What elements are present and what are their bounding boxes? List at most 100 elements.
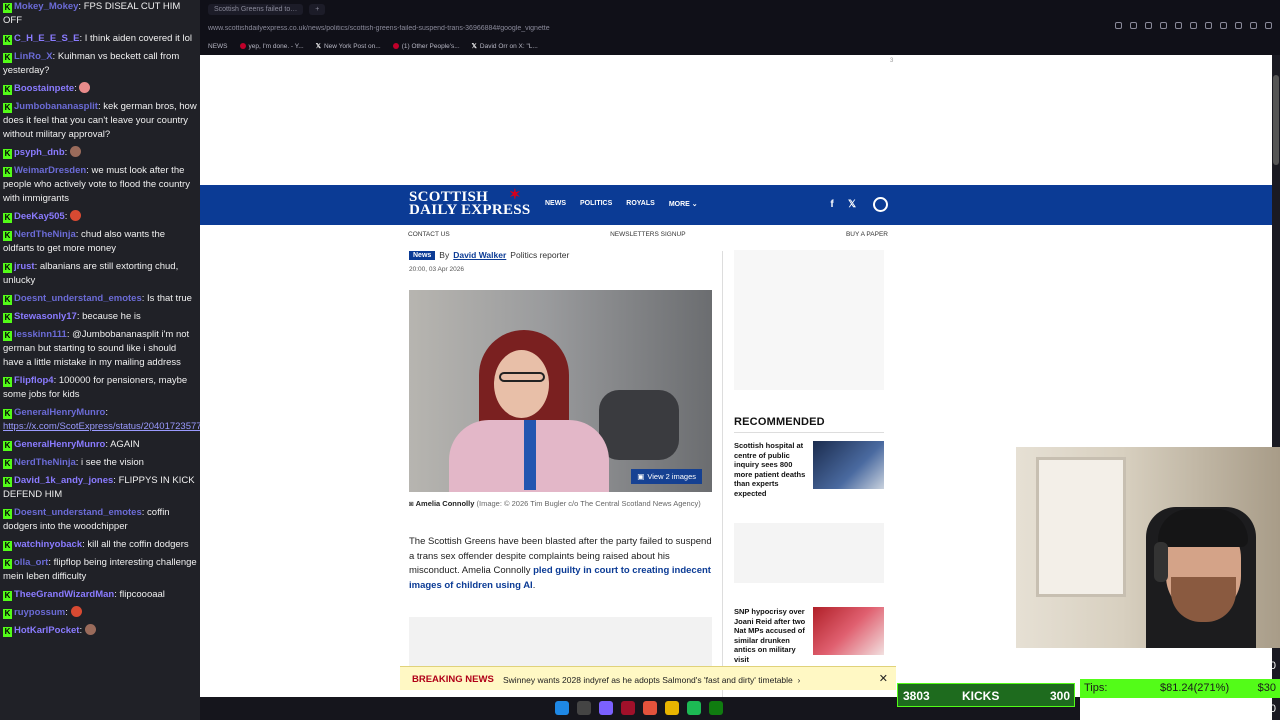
chat-username[interactable]: olla_ort: [14, 557, 48, 568]
bookmark-nypost[interactable]: 𝕏 New York Post on...: [316, 42, 381, 51]
chat-username[interactable]: Jumbobananasplit: [14, 101, 98, 112]
url-text[interactable]: www.scottishdailyexpress.co.uk/news/poli…: [208, 25, 550, 32]
kick-badge-icon: K: [3, 167, 12, 177]
nav-more[interactable]: MORE ⌄: [669, 200, 698, 208]
recommended-item[interactable]: Scottish hospital at centre of public in…: [734, 441, 884, 498]
browser-icon[interactable]: [621, 701, 635, 715]
author-role: Politics reporter: [510, 250, 570, 260]
chat-username[interactable]: C_H_E_E_S_E: [14, 33, 79, 44]
chat-username[interactable]: Mokey_Mokey: [14, 1, 78, 12]
column-divider: [722, 251, 723, 720]
extension-icon[interactable]: [1145, 22, 1152, 29]
emote-icon: [70, 210, 81, 221]
extension-icon[interactable]: [1175, 22, 1182, 29]
chat-username[interactable]: HotKarlPocket: [14, 625, 79, 636]
breaking-news-banner[interactable]: BREAKING NEWS Swinney wants 2028 indyref…: [400, 666, 896, 690]
chat-message: K TheeGrandWizardMan: flipcoooaal: [3, 589, 165, 601]
chat-message: K Doesnt_understand_emotes: coffin dodger…: [3, 507, 170, 532]
chat-username[interactable]: GeneralHenryMunro: [14, 407, 105, 418]
close-icon[interactable]: ✕: [879, 672, 888, 685]
extension-icon[interactable]: [1160, 22, 1167, 29]
extension-icon[interactable]: [1205, 22, 1212, 29]
chat-message: Kruypossum:: [3, 606, 197, 620]
chat-username[interactable]: TheeGrandWizardMan: [14, 589, 114, 600]
chat-username[interactable]: jrust: [14, 261, 35, 272]
folder-icon[interactable]: [665, 701, 679, 715]
chat-username[interactable]: ruypossum: [14, 607, 65, 618]
chat-text[interactable]: https://x.com/ScotExpress/status/2040172…: [3, 421, 200, 432]
chat-username[interactable]: watchinyoback: [14, 539, 82, 550]
nav-news[interactable]: NEWS: [545, 200, 566, 208]
kick-subs-row: Kick Subs: 2(20%) 10: [1084, 703, 1276, 715]
contact-us-link[interactable]: CONTACT US: [408, 231, 450, 238]
recommended-thumbnail[interactable]: [813, 607, 884, 655]
emote-icon: [84, 624, 96, 635]
ad-placeholder: [409, 617, 712, 672]
bookmark-david-orr[interactable]: 𝕏 David Orr on X: "L...: [472, 42, 538, 51]
breaking-news-headline[interactable]: Swinney wants 2028 indyref as he adopts …: [503, 675, 800, 685]
nav-royals[interactable]: ROYALS: [626, 200, 655, 208]
newsletters-signup-link[interactable]: NEWSLETTERS SIGNUP: [610, 231, 685, 238]
photo-caption: ◙ Amelia Connolly (Image: © 2026 Tim Bug…: [409, 499, 701, 508]
extension-icon[interactable]: [1235, 22, 1242, 29]
recommended-item[interactable]: SNP hypocrisy over Joani Reid after two …: [734, 607, 884, 665]
bookmark-youtube[interactable]: yep, I'm done. - Y...: [239, 43, 304, 50]
article-photo[interactable]: ▣ View 2 images: [409, 290, 712, 492]
breaking-news-label: BREAKING NEWS: [412, 674, 494, 685]
extension-icon[interactable]: [1130, 22, 1137, 29]
extension-icon[interactable]: [1220, 22, 1227, 29]
chat-username[interactable]: WeimarDresden: [14, 165, 86, 176]
chat-username[interactable]: NerdTheNinja: [14, 229, 76, 240]
social-links: f 𝕏: [827, 197, 888, 212]
chat-message: K Jumbobananasplit: kek german bros, how …: [3, 101, 197, 140]
chat-message: K David_1k_andy_jones: FLIPPYS IN KICK DE…: [3, 475, 195, 500]
scrollbar-thumb[interactable]: [1273, 75, 1279, 165]
chat-username[interactable]: Flipflop4: [14, 375, 54, 386]
extension-icon[interactable]: [1250, 22, 1257, 29]
kicks-goal-bar: 3803 KICKS 300: [897, 683, 1075, 707]
chat-username[interactable]: Boostainpete: [14, 83, 74, 94]
chat-username[interactable]: DeeKay505: [14, 211, 65, 222]
chat-message: K C_H_E_E_S_E: I think aiden covered it l…: [3, 33, 192, 45]
chevron-right-icon: ›: [797, 675, 801, 685]
author-link[interactable]: David Walker: [453, 250, 506, 260]
discord-icon[interactable]: [599, 701, 613, 715]
chat-username[interactable]: Doesnt_understand_emotes: [14, 293, 142, 304]
chat-username[interactable]: LinRo_X: [14, 51, 53, 62]
chat-message: Klesskinn111: @Jumbobananasplit i'm not …: [3, 329, 190, 368]
buy-a-paper-link[interactable]: BUY A PAPER: [846, 231, 888, 238]
chat-message: K LinRo_X: Kuihman vs beckett call from y…: [3, 51, 180, 76]
chat-username[interactable]: psyph_dnb: [14, 147, 65, 158]
emote-icon: [70, 606, 82, 617]
news-tag[interactable]: News: [409, 250, 436, 260]
view-images-button[interactable]: ▣ View 2 images: [631, 469, 702, 484]
chat-username[interactable]: GeneralHenryMunro: [14, 439, 105, 450]
chrome-icon[interactable]: [643, 701, 657, 715]
donation-stats: Superchats: $0(0%) $100 Tips: $81.24(271…: [1080, 657, 1280, 720]
x-icon[interactable]: 𝕏: [847, 199, 857, 210]
account-icon[interactable]: [873, 197, 888, 212]
extension-icon[interactable]: [1190, 22, 1197, 29]
nav-politics[interactable]: POLITICS: [580, 200, 612, 208]
site-logo[interactable]: SCOTTISH DAILY EXPRESS ✶: [409, 189, 531, 218]
start-icon[interactable]: [555, 701, 569, 715]
article-date: 20:00, 03 Apr 2026: [409, 266, 464, 273]
chat-username[interactable]: Doesnt_understand_emotes: [14, 507, 142, 518]
new-tab-button[interactable]: +: [309, 3, 326, 15]
tab-active[interactable]: Scottish Greens failed to…: [208, 3, 304, 15]
spotify-icon[interactable]: [687, 701, 701, 715]
chat-username[interactable]: lesskinn111: [14, 329, 67, 340]
bookmark-youtube-2[interactable]: (1) Other People's...: [392, 43, 460, 50]
chat-username[interactable]: Stewasonly17: [14, 311, 77, 322]
article-byline: News By David Walker Politics reporter: [409, 250, 569, 260]
xbox-icon[interactable]: [709, 701, 723, 715]
menu-icon[interactable]: [1265, 22, 1272, 29]
search-icon[interactable]: [577, 701, 591, 715]
chat-text: i see the vision: [81, 457, 144, 468]
extension-icon[interactable]: [1115, 22, 1122, 29]
facebook-icon[interactable]: f: [827, 199, 837, 210]
bookmark-news[interactable]: NEWS: [208, 43, 228, 50]
recommended-thumbnail[interactable]: [813, 441, 884, 489]
chat-username[interactable]: NerdTheNinja: [14, 457, 76, 468]
chat-username[interactable]: David_1k_andy_jones: [14, 475, 113, 486]
